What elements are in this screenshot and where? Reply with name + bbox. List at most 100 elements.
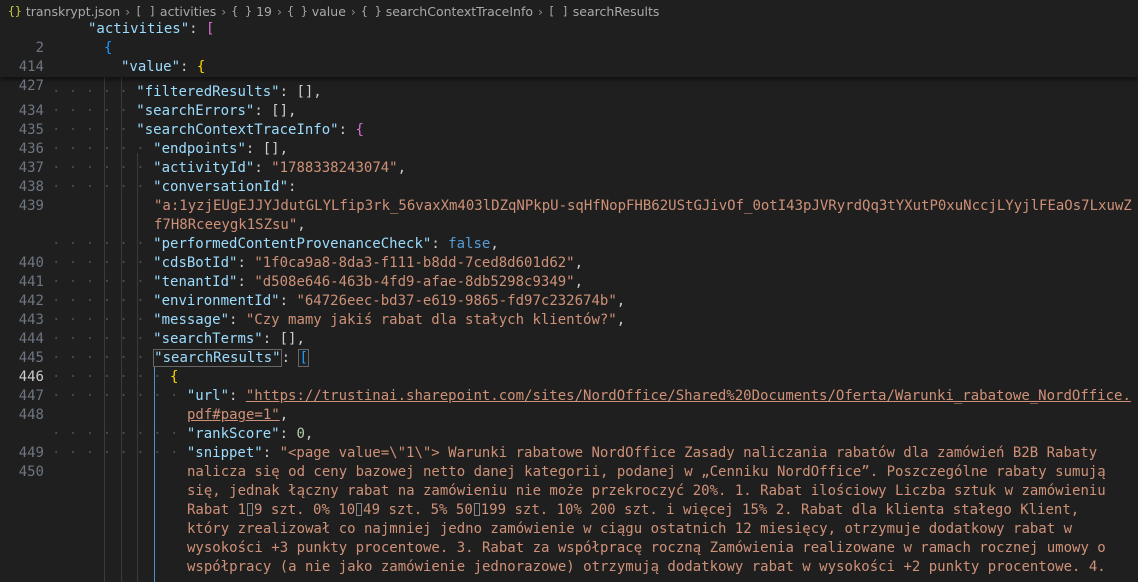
punctuation: : (262, 445, 280, 461)
punctuation: : (229, 388, 246, 404)
punctuation: : (254, 160, 272, 176)
line-number: 427 (18, 78, 44, 94)
code-line[interactable]: 444 · · · · · · "message": "Czy mamy jak… (0, 311, 1138, 347)
code-line[interactable]: 445 · · · · · · "searchTerms": [], (0, 330, 1138, 366)
chevron-right-icon: › (538, 3, 543, 19)
code-line[interactable]: 449 · · · · · · · · "rankScore": 0, (0, 425, 1138, 461)
punctuation: : (279, 293, 297, 309)
code-line-wrap[interactable]: się, jednak łączny rabat na zamówieniu n… (0, 482, 1138, 501)
code-line-wrap[interactable]: nalicza się od ceny bazowej netto danej … (0, 463, 1138, 482)
punctuation: , (574, 274, 584, 290)
json-string: 9 szt. 0% 10 (254, 502, 356, 518)
breadcrumb-file[interactable]: transkrypt.json (26, 4, 120, 19)
punctuation: : (189, 21, 207, 37)
json-string: "1788338243074" (271, 160, 398, 176)
json-string: f7H8Rceeygk1SZsu" (154, 217, 298, 233)
json-key: "tenantId" (153, 274, 238, 290)
punctuation: : (338, 122, 356, 138)
json-number: 0 (296, 426, 305, 442)
json-string: "a:1yzjEUgEJJYJdutGLYLfip3rk_56vaxXm403l… (154, 198, 1132, 214)
code-line-wrap[interactable]: który zrealizował co najmniej jedno zamó… (0, 520, 1138, 539)
sticky-line[interactable]: 2 "activities": [ (0, 20, 1138, 56)
url-link[interactable]: "https://trustinai.sharepoint.com/sites/… (246, 388, 1131, 404)
code-editor[interactable]: 434 · · · · · "filteredResults": [], 435… (0, 77, 1138, 582)
json-string: "Czy mamy jakiś rabat dla stałych klient… (245, 312, 617, 328)
code-line-wrap[interactable]: f7H8Rceeygk1SZsu", (0, 216, 1138, 235)
code-line[interactable]: 450 · · · · · · · · "snippet": "<page va… (0, 444, 1138, 480)
breadcrumb-item-searchresults[interactable]: searchResults (573, 4, 660, 19)
punctuation: , (616, 293, 626, 309)
breadcrumb: {} transkrypt.json › [ ] activities › { … (0, 0, 1138, 22)
code-line[interactable]: 443 · · · · · · "environmentId": "64726e… (0, 292, 1138, 328)
code-line[interactable]: 437 · · · · · · "endpoints": [], (0, 140, 1138, 176)
punctuation: : [], (245, 141, 289, 157)
code-line[interactable]: 439 · · · · · · "conversationId": (0, 178, 1138, 214)
array-icon: [ ] (135, 4, 156, 18)
punctuation: : [], (254, 103, 297, 119)
punctuation: : (237, 274, 255, 290)
code-line-current[interactable]: 446 · · · · · · "searchResults": [ (0, 349, 1138, 385)
json-key: "searchContextTraceInfo" (136, 122, 339, 138)
bracket: { (170, 369, 179, 385)
breadcrumb-item-searchcontexttraceinfo[interactable]: searchContextTraceInfo (386, 4, 533, 19)
json-key: "searchResults" (153, 349, 282, 367)
code-line-wrap[interactable]: pdf#page=1", (0, 406, 1138, 425)
chevron-right-icon: › (125, 3, 131, 19)
code-line[interactable]: 440 · · · · · · "performedContentProvena… (0, 235, 1138, 271)
sticky-line[interactable]: 414 { (0, 39, 1138, 75)
punctuation: , (304, 426, 314, 442)
code-line[interactable]: 434 · · · · · "filteredResults": [], (0, 83, 1138, 119)
json-string: 199 szt. 10% 200 szt. i więcej 15% 2. Ra… (480, 502, 1080, 518)
json-string: wysokości +3 punkty procentowe. 3. Rabat… (187, 540, 1106, 556)
breadcrumb-item-19[interactable]: 19 (256, 4, 272, 19)
json-key: "searchErrors" (136, 103, 255, 119)
code-line[interactable]: 447 · · · · · · · { (0, 368, 1138, 404)
code-line-wrap[interactable]: Rabat 1 9 szt. 0% 10 49 szt. 5% 50 199 szt.… (0, 501, 1138, 520)
json-string: nalicza się od ceny bazowej netto danej … (187, 464, 1106, 480)
unusual-character-icon (247, 503, 254, 516)
json-boolean: false (448, 236, 491, 252)
code-line-wrap[interactable]: "a:1yzjEUgEJJYJdutGLYLfip3rk_56vaxXm403l… (0, 197, 1138, 216)
punctuation: , (490, 236, 499, 252)
code-line[interactable]: 435 · · · · · "searchErrors": [], (0, 102, 1138, 138)
object-icon: { } (286, 4, 308, 18)
url-link[interactable]: pdf#page=1" (187, 407, 280, 423)
sticky-line[interactable]: 427 "value": { (0, 58, 1138, 94)
object-icon: { } (231, 4, 253, 18)
code-line[interactable]: 436 · · · · · "searchContextTraceInfo": … (0, 121, 1138, 157)
punctuation: : (431, 236, 449, 252)
json-file-icon: {} (8, 4, 22, 18)
json-key: "conversationId" (153, 179, 289, 195)
unusual-character-icon (356, 503, 363, 516)
json-key: "performedContentProvenanceCheck" (153, 236, 432, 252)
json-key: "activities" (88, 21, 190, 37)
breadcrumb-item-value[interactable]: value (312, 4, 346, 19)
json-key: "rankScore" (186, 426, 280, 442)
punctuation: : (288, 179, 297, 195)
json-string: Rabat 1 (187, 502, 247, 518)
json-string: 49 szt. 5% 50 (363, 502, 473, 518)
json-key: "environmentId" (153, 293, 280, 309)
chevron-right-icon: › (221, 3, 227, 19)
punctuation: : (279, 426, 297, 442)
punctuation: , (297, 217, 306, 233)
code-line-wrap[interactable]: wysokości +3 punkty procentowe. 3. Rabat… (0, 539, 1138, 558)
bracket: [ (298, 349, 309, 367)
punctuation: : [], (262, 331, 305, 347)
punctuation: , (279, 407, 289, 423)
code-line[interactable]: 448 · · · · · · · · "url": "https://trus… (0, 387, 1138, 423)
sticky-scroll-header[interactable]: 2 "activities": [ 414 { 427 "value": { (0, 20, 1138, 94)
punctuation: : (180, 59, 197, 75)
bracket: { (196, 59, 206, 75)
json-key: "searchTerms" (153, 331, 263, 347)
json-key: "message" (153, 312, 230, 328)
code-line[interactable]: 442 · · · · · · "tenantId": "d508e646-46… (0, 273, 1138, 309)
code-line-wrap[interactable]: współpracy (a nie jako zamówienie jednor… (0, 558, 1138, 577)
code-line[interactable]: 438 · · · · · · "activityId": "178833824… (0, 159, 1138, 195)
punctuation: : [], (279, 84, 322, 100)
code-line[interactable]: 441 · · · · · · "cdsBotId": "1f0ca9a8-8d… (0, 254, 1138, 290)
json-key: "snippet" (186, 445, 263, 461)
array-icon: [ ] (548, 4, 569, 18)
breadcrumb-item-activities[interactable]: activities (160, 4, 216, 19)
json-key: "activityId" (153, 160, 255, 176)
